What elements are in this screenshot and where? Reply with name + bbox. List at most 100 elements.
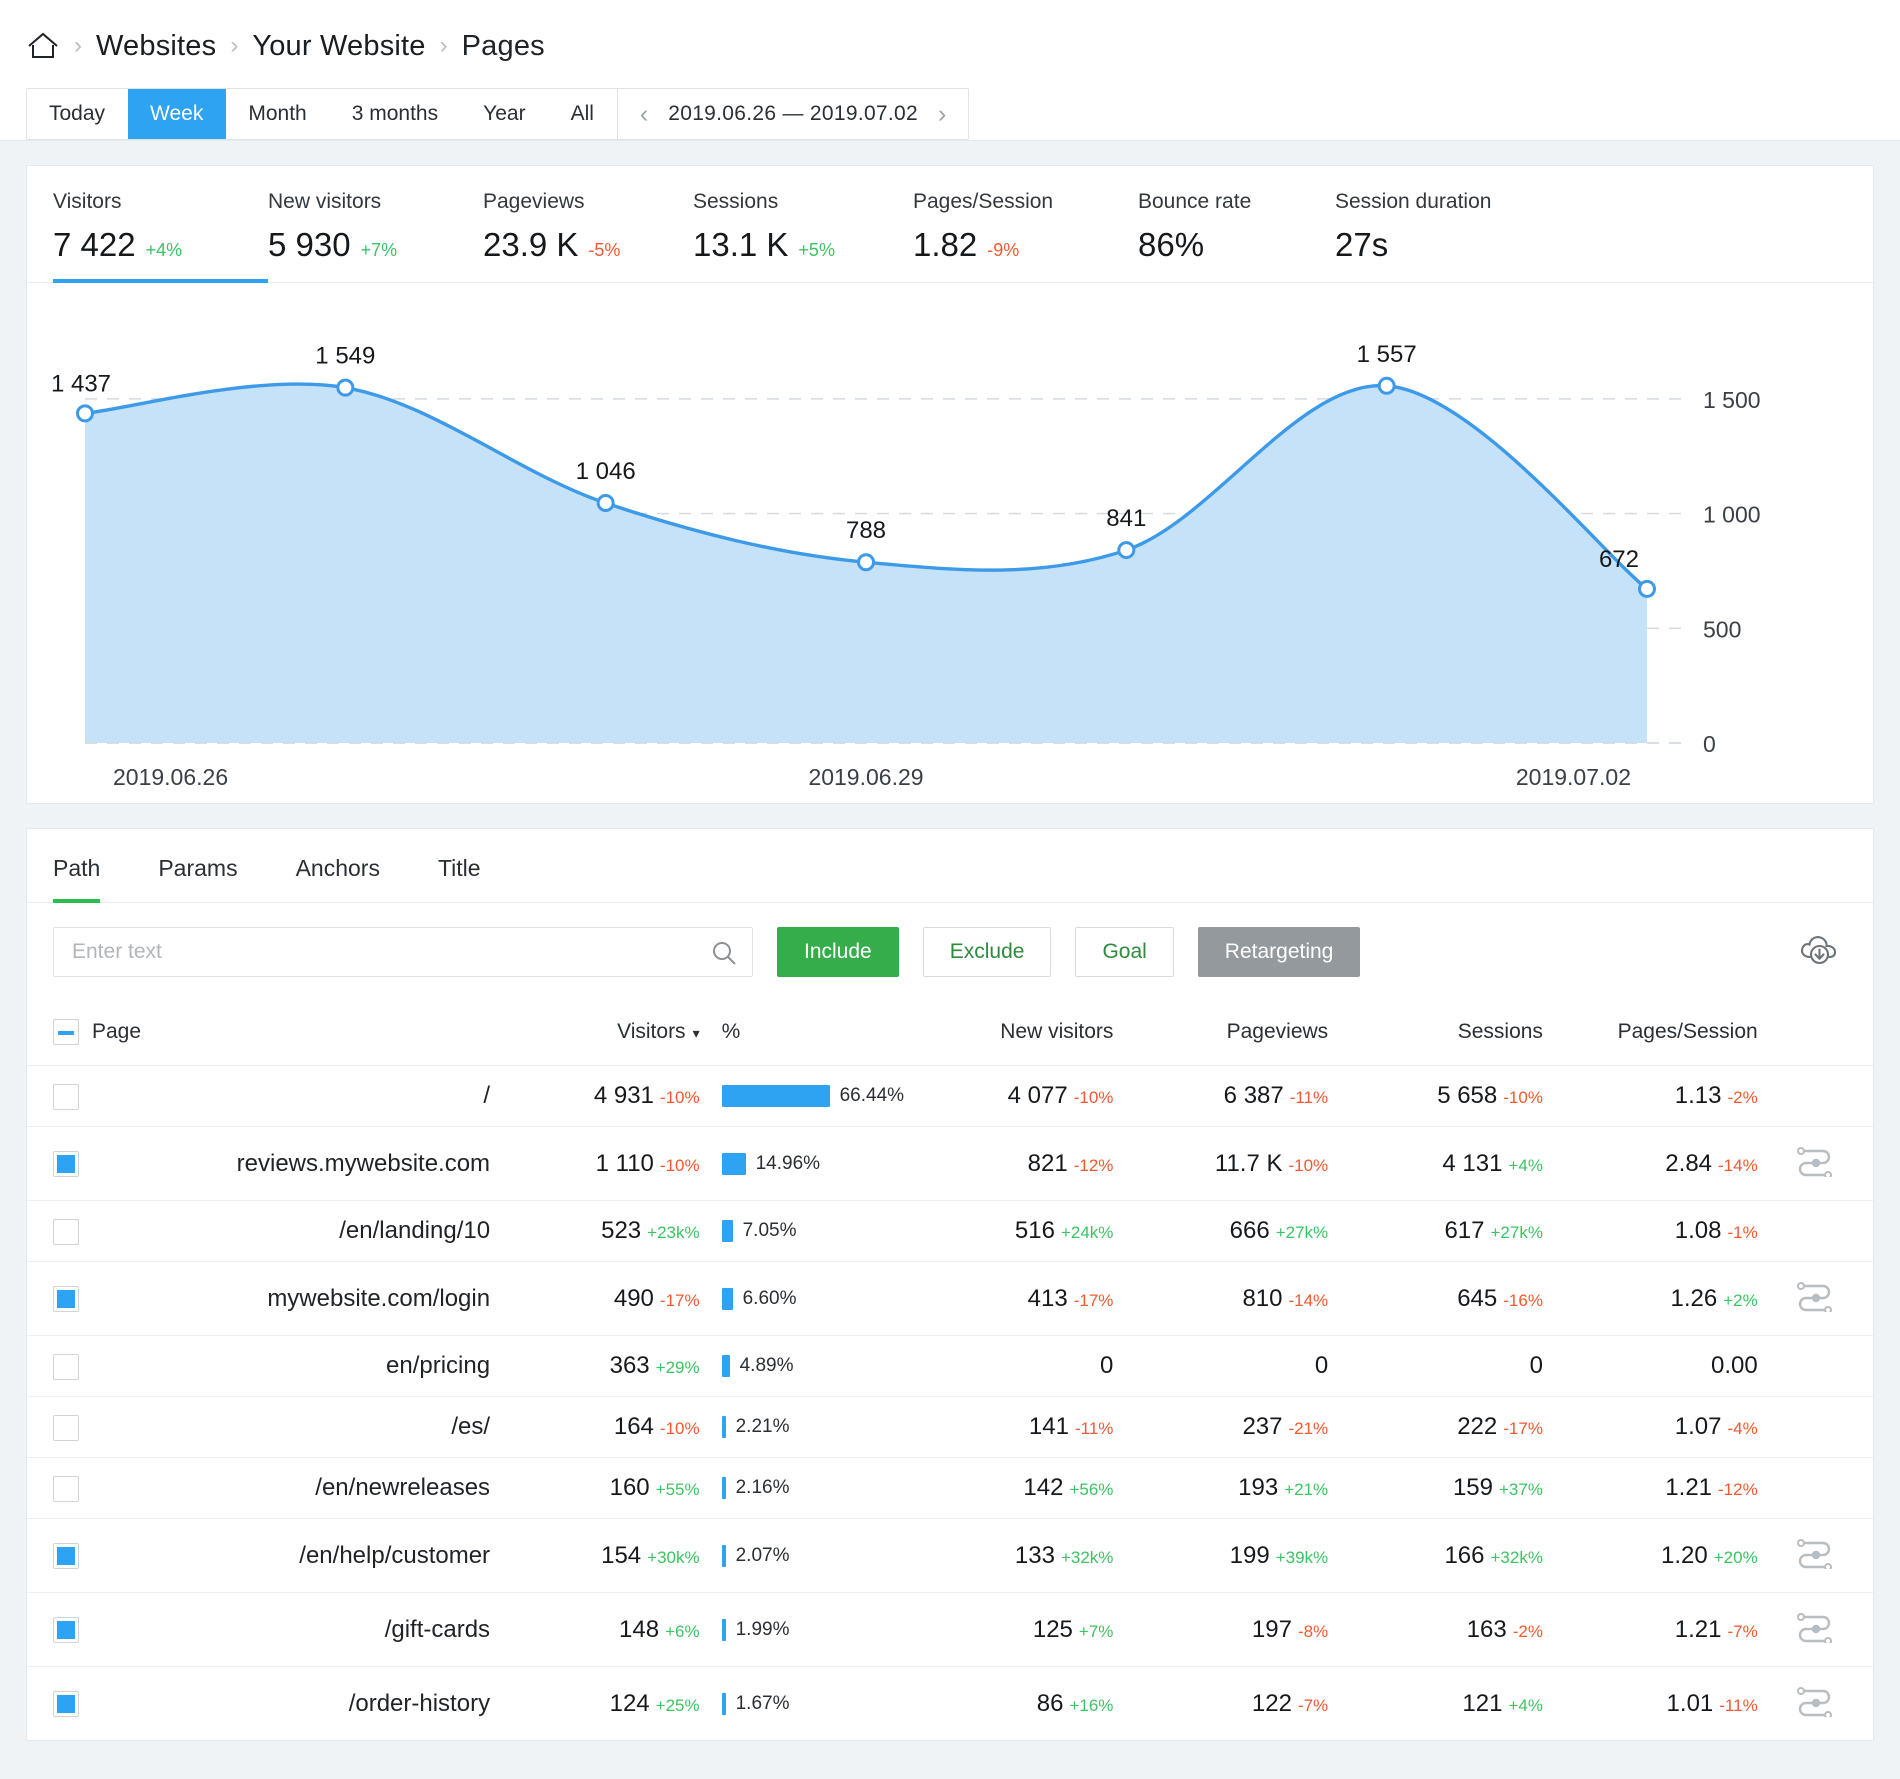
user-journey-icon[interactable]: [1793, 1683, 1837, 1724]
journey-cell: [1757, 1200, 1873, 1262]
pageviews-cell: 237 -21%: [1113, 1396, 1329, 1458]
metric-pageviews[interactable]: Pageviews 23.9 K -5%: [483, 190, 693, 282]
home-icon[interactable]: [26, 30, 60, 62]
table-row[interactable]: / 4 931 -10% 66.44% 4 077 -10% 6 387 -11% 5…: [27, 1065, 1873, 1127]
column-header-pages-per-session[interactable]: Pages/Session: [1542, 1001, 1758, 1066]
period-all[interactable]: All: [549, 89, 617, 139]
metric-pages-per-session[interactable]: Pages/Session 1.82 -9%: [913, 190, 1138, 282]
visitors-area-chart-svg: 0 500 1 000 1 500 1 437 1 549 1 046 788 841 1 557…: [51, 341, 1761, 790]
percent-bar: [721, 1477, 726, 1499]
page-cell[interactable]: /en/newreleases: [91, 1457, 491, 1519]
percent-cell: 2.21%: [699, 1396, 889, 1458]
row-checkbox[interactable]: [53, 1475, 79, 1502]
row-checkbox[interactable]: [53, 1691, 79, 1718]
page-cell[interactable]: reviews.mywebsite.com: [91, 1126, 491, 1201]
tab-params[interactable]: Params: [158, 829, 237, 902]
search-icon[interactable]: [710, 939, 738, 972]
page-cell[interactable]: /en/landing/10: [91, 1200, 491, 1262]
user-journey-icon[interactable]: [1793, 1278, 1837, 1319]
journey-cell[interactable]: [1757, 1126, 1873, 1201]
period-year[interactable]: Year: [461, 89, 548, 139]
journey-cell[interactable]: [1758, 1667, 1873, 1741]
row-checkbox[interactable]: [53, 1414, 79, 1441]
new-visitors-cell: 4 077 -10%: [888, 1065, 1114, 1127]
column-header-page[interactable]: Page: [91, 1001, 491, 1066]
table-row[interactable]: reviews.mywebsite.com 1 110 -10% 14.96% 8…: [27, 1126, 1873, 1201]
journey-cell[interactable]: [1757, 1261, 1873, 1336]
svg-text:1 549: 1 549: [315, 343, 375, 370]
tab-path[interactable]: Path: [53, 829, 101, 903]
visitors-cell: 148 +6%: [490, 1592, 700, 1667]
page-cell[interactable]: /: [91, 1065, 491, 1127]
breadcrumb-item-pages[interactable]: Pages: [462, 30, 545, 63]
pages-per-session-cell-delta: -14%: [1718, 1155, 1758, 1175]
period-week[interactable]: Week: [128, 89, 227, 139]
visitors-cell-delta: +6%: [665, 1621, 700, 1641]
page-cell[interactable]: /gift-cards: [91, 1592, 491, 1667]
pages-per-session-cell-delta: -11%: [1719, 1695, 1758, 1715]
table-row[interactable]: /es/ 164 -10% 2.21% 141 -11% 237 -21% 222 -1…: [27, 1396, 1873, 1458]
user-journey-icon[interactable]: [1793, 1609, 1837, 1650]
page-cell[interactable]: en/pricing: [91, 1335, 491, 1397]
breadcrumb-item-websites[interactable]: Websites: [96, 30, 216, 63]
tab-anchors[interactable]: Anchors: [296, 829, 380, 902]
prev-range-icon[interactable]: ‹: [640, 101, 648, 127]
column-header-pageviews[interactable]: Pageviews: [1113, 1001, 1329, 1066]
percent-value: 2.16%: [735, 1477, 790, 1498]
select-all-cell: [27, 1001, 92, 1066]
pages-per-session-cell-delta: -1%: [1727, 1223, 1758, 1242]
svg-text:1 000: 1 000: [1703, 502, 1761, 528]
page-cell[interactable]: mywebsite.com/login: [91, 1261, 491, 1336]
period-3-months[interactable]: 3 months: [330, 89, 461, 139]
table-row[interactable]: en/pricing 363 +29% 4.89% 0 0 0 0.00: [27, 1335, 1873, 1397]
retargeting-button[interactable]: Retargeting: [1197, 927, 1361, 977]
journey-cell[interactable]: [1757, 1592, 1873, 1667]
search-box[interactable]: [53, 927, 753, 977]
row-checkbox[interactable]: [53, 1543, 79, 1570]
date-range-text[interactable]: 2019.06.26 — 2019.07.02: [668, 102, 918, 126]
search-input[interactable]: [70, 939, 736, 965]
next-range-icon[interactable]: ›: [938, 101, 946, 127]
column-header-visitors[interactable]: Visitors ▾: [490, 1001, 700, 1066]
row-checkbox[interactable]: [53, 1151, 79, 1178]
column-header-percent[interactable]: %: [699, 1001, 889, 1066]
exclude-button[interactable]: Exclude: [922, 927, 1052, 977]
period-today[interactable]: Today: [27, 89, 128, 139]
table-row[interactable]: /en/landing/10 523 +23k% 7.05% 516 +24k% 6…: [27, 1200, 1873, 1262]
metric-bounce-rate[interactable]: Bounce rate 86%: [1138, 190, 1335, 282]
metric-sessions[interactable]: Sessions 13.1 K +5%: [693, 190, 913, 282]
metric-visitors[interactable]: Visitors 7 422 +4%: [53, 190, 268, 283]
sessions-cell-value: 159: [1452, 1474, 1493, 1501]
download-cloud-icon[interactable]: [1799, 933, 1839, 972]
page-cell[interactable]: /es/: [91, 1396, 491, 1458]
include-button[interactable]: Include: [777, 927, 899, 977]
user-journey-icon[interactable]: [1793, 1143, 1837, 1184]
row-checkbox[interactable]: [53, 1083, 79, 1110]
table-row[interactable]: /en/help/customer 154 +30k% 2.07% 133 +32k…: [27, 1518, 1873, 1593]
row-checkbox[interactable]: [53, 1617, 79, 1644]
journey-cell[interactable]: [1757, 1518, 1873, 1593]
table-row[interactable]: /en/newreleases 160 +55% 2.16% 142 +56% 19…: [27, 1457, 1873, 1519]
row-checkbox[interactable]: [53, 1218, 79, 1245]
column-header-new-visitors[interactable]: New visitors: [888, 1001, 1114, 1066]
tab-title[interactable]: Title: [438, 829, 481, 902]
visitors-cell-value: 363: [609, 1352, 650, 1379]
new-visitors-cell-delta: -10%: [1073, 1088, 1114, 1107]
table-row[interactable]: /order-history 124 +25% 1.67% 86 +16% 122-…: [27, 1667, 1873, 1741]
metric-session-duration[interactable]: Session duration 27s: [1335, 190, 1491, 282]
user-journey-icon[interactable]: [1793, 1535, 1837, 1576]
goal-button[interactable]: Goal: [1075, 927, 1174, 977]
row-checkbox[interactable]: [53, 1353, 79, 1380]
percent-cell: 2.16%: [699, 1457, 889, 1519]
new-visitors-cell-value: 86: [1036, 1689, 1064, 1717]
breadcrumb-item-your-website[interactable]: Your Website: [252, 30, 425, 63]
metric-new-visitors[interactable]: New visitors 5 930 +7%: [268, 190, 483, 282]
row-checkbox[interactable]: [53, 1286, 79, 1313]
table-row[interactable]: mywebsite.com/login 490 -17% 6.60% 413 -17…: [27, 1261, 1873, 1336]
page-cell[interactable]: /en/help/customer: [91, 1518, 491, 1593]
table-row[interactable]: /gift-cards 148 +6% 1.99% 125 +7% 197 -8% 1…: [27, 1592, 1873, 1667]
page-cell[interactable]: /order-history: [92, 1667, 490, 1741]
select-all-checkbox[interactable]: [53, 1019, 79, 1045]
column-header-sessions[interactable]: Sessions: [1328, 1001, 1543, 1066]
period-month[interactable]: Month: [226, 89, 329, 139]
